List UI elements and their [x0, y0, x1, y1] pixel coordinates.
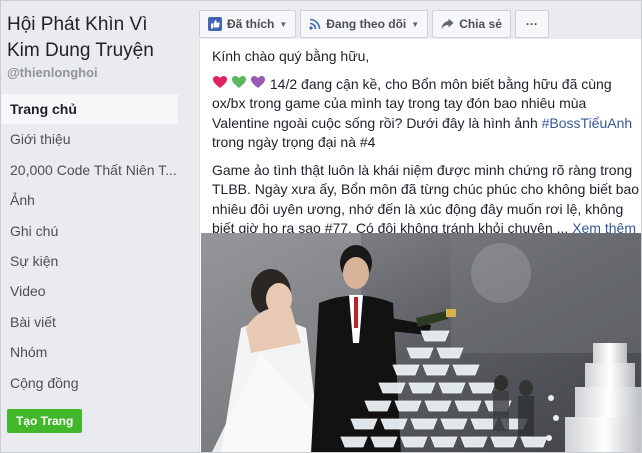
thumbs-up-icon	[208, 17, 222, 31]
share-button[interactable]: Chia sẻ	[432, 10, 511, 38]
share-label: Chia sẻ	[459, 17, 502, 31]
sidebar-item-events[interactable]: Sự kiện	[1, 246, 178, 276]
sidebar-item-community[interactable]: Cộng đồng	[1, 368, 178, 398]
liked-button[interactable]: Đã thích ▼	[199, 10, 297, 38]
sidebar-item-notes[interactable]: Ghi chú	[1, 216, 178, 246]
post-paragraph-3: Game ảo tình thật luôn là khái niệm được…	[212, 161, 640, 239]
more-icon: ···	[525, 17, 538, 31]
more-options-button[interactable]: ···	[514, 10, 549, 38]
page-handle[interactable]: @thienlonghoi	[7, 65, 98, 80]
sidebar-item-posts[interactable]: Bài viết	[1, 307, 178, 337]
post-paragraph-2: 14/2 đang cận kề, cho Bổn môn biết bằng …	[212, 75, 640, 153]
post-paragraph-2-end: trong ngày trọng đại nà #4	[212, 134, 376, 150]
wedding-photo-illustration	[201, 233, 641, 452]
facebook-page-window: Hội Phát Khìn Vì Kim Dung Truyện @thienl…	[0, 0, 642, 453]
liked-label: Đã thích	[227, 17, 275, 31]
post-card: Kính chào quý bằng hữu, 14/2 đang cận kề…	[199, 39, 641, 452]
sidebar-item-about[interactable]: Giới thiệu	[1, 124, 178, 154]
create-page-button[interactable]: Tạo Trang	[7, 409, 83, 433]
chevron-down-icon: ▼	[279, 19, 288, 29]
share-arrow-icon	[441, 18, 454, 30]
page-sidebar: Hội Phát Khìn Vì Kim Dung Truyện @thienl…	[1, 1, 188, 452]
sidebar-item-photos[interactable]: Ảnh	[1, 185, 178, 215]
post-greeting: Kính chào quý bằng hữu,	[212, 48, 370, 64]
sidebar-nav: Trang chủ Giới thiệu 20,000 Code Thất Ni…	[1, 94, 178, 398]
sidebar-item-videos[interactable]: Video	[1, 276, 178, 306]
following-label: Đang theo dõi	[326, 17, 407, 31]
sidebar-item-codes[interactable]: 20,000 Code Thất Niên T...	[1, 155, 178, 185]
post-text: Kính chào quý bằng hữu, 14/2 đang cận kề…	[212, 47, 640, 247]
page-name[interactable]: Hội Phát Khìn Vì Kim Dung Truyện	[7, 12, 185, 64]
wedding-photo[interactable]	[201, 233, 641, 452]
hashtag-link[interactable]: #BossTiểuAnh	[542, 115, 633, 131]
chevron-down-icon: ▼	[411, 19, 420, 29]
rss-icon	[309, 18, 321, 30]
hearts-emoji-icon	[212, 75, 266, 89]
sidebar-item-groups[interactable]: Nhóm	[1, 337, 178, 367]
sidebar-item-home[interactable]: Trang chủ	[1, 94, 178, 125]
page-action-bar: Đã thích ▼ Đang theo dõi ▼ Chia sẻ ···	[199, 10, 549, 38]
following-button[interactable]: Đang theo dõi ▼	[300, 10, 429, 38]
